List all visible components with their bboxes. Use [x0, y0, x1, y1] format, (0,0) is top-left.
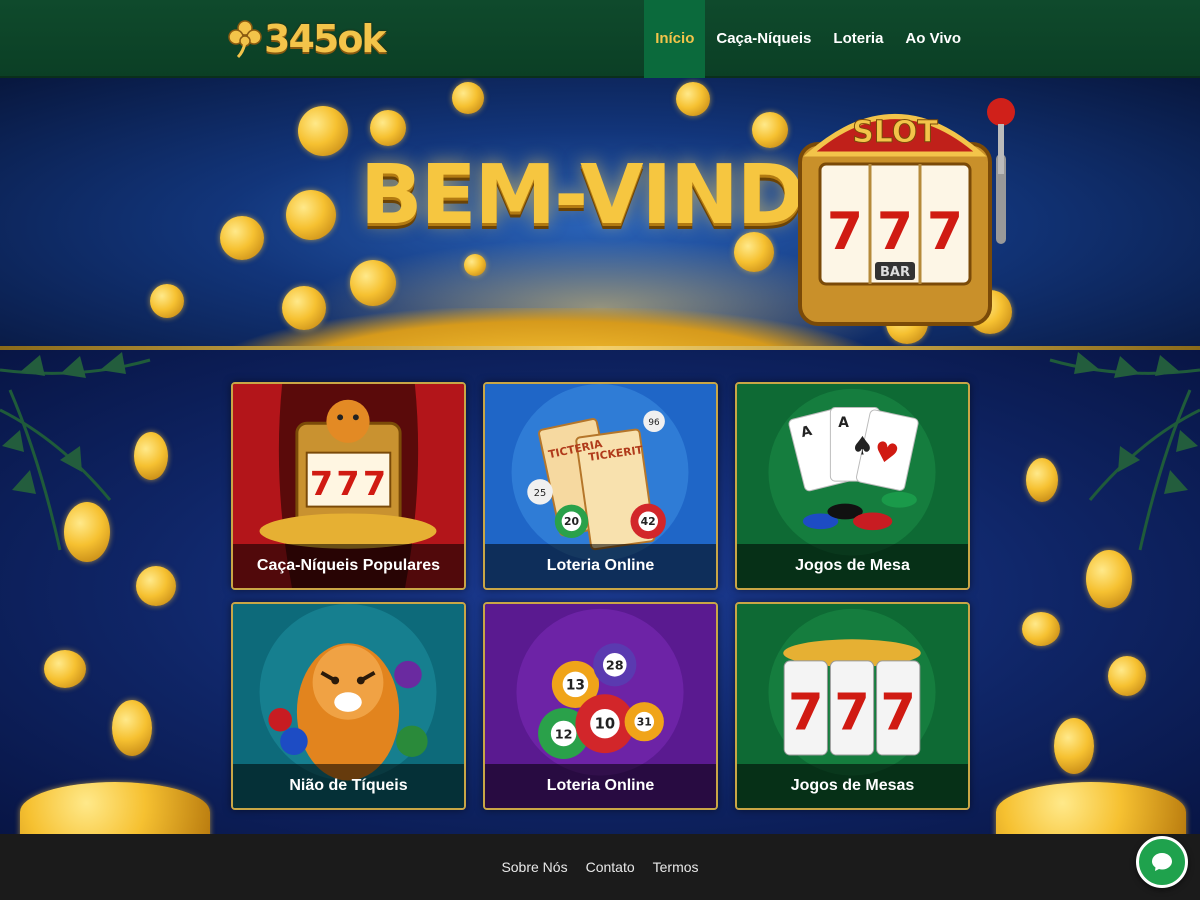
main-nav: Início Caça-Níqueis Loteria Ao Vivo — [644, 0, 972, 78]
svg-text:A: A — [838, 415, 849, 431]
svg-text:7: 7 — [877, 202, 913, 262]
bingo-ball-2: 28 — [606, 659, 624, 674]
bingo-ball-4: 10 — [595, 716, 616, 733]
coin — [370, 110, 406, 146]
game-card-slots[interactable]: 7 7 7 Caça-Níqueis Populares — [231, 382, 466, 590]
nav-inicio[interactable]: Início — [644, 0, 706, 78]
footer-link-sobre[interactable]: Sobre Nós — [501, 859, 567, 875]
palm-leaf-right — [1049, 352, 1200, 551]
slot-sign: SLOT — [852, 115, 938, 150]
reel-777-1: 7 — [788, 684, 824, 743]
reel-1: 7 — [310, 464, 333, 503]
clover-icon — [228, 20, 262, 59]
card-label: Caça-Níqueis Populares — [233, 544, 464, 588]
hero-banner[interactable]: BEM-VINDO! SLOT 7 7 7 BAR — [0, 78, 1200, 346]
coin — [44, 650, 86, 688]
chat-bubble-icon — [1152, 853, 1172, 871]
game-card-table[interactable]: A A ♠ ♥ Jogos de Mesa — [735, 382, 970, 590]
coin — [112, 700, 152, 756]
nav-caca-niqueis[interactable]: Caça-Níqueis — [705, 0, 822, 78]
card-label: Loteria Online — [485, 764, 716, 808]
coin — [1026, 458, 1058, 502]
coin-pile — [230, 308, 870, 346]
footer-link-termos[interactable]: Termos — [653, 859, 699, 875]
coin-pile-left — [20, 782, 210, 834]
footer: Sobre Nós Contato Termos — [0, 834, 1200, 900]
svg-text:7: 7 — [827, 202, 863, 262]
ball-1: 25 — [534, 488, 546, 499]
footer-links: Sobre Nós Contato Termos — [0, 834, 1200, 900]
coin-pile-right — [996, 782, 1186, 834]
slot-machine-icon: SLOT 7 7 7 BAR — [798, 98, 1015, 326]
game-section: 7 7 7 Caça-Níqueis Populares TICTERIA TI… — [0, 350, 1200, 834]
ball-2: 20 — [564, 515, 579, 528]
coin — [150, 284, 184, 318]
card-label: Nião de Tíqueis — [233, 764, 464, 808]
reel-3: 7 — [363, 464, 386, 503]
coin — [452, 82, 484, 114]
reel-2: 7 — [336, 464, 359, 503]
bingo-ball-3: 12 — [555, 727, 573, 742]
game-card-bingo[interactable]: 13 28 12 10 31 Loteria Online — [483, 602, 718, 810]
ball-4: 96 — [648, 418, 660, 428]
top-header: 345ok Início Caça-Níqueis Loteria Ao Viv… — [0, 0, 1200, 78]
bingo-ball-1: 13 — [566, 677, 585, 693]
game-card-tiger[interactable]: Nião de Tíqueis — [231, 602, 466, 810]
coin — [1086, 550, 1132, 608]
coin — [134, 432, 168, 480]
coin — [286, 190, 336, 240]
coin — [136, 566, 176, 606]
svg-text:♠: ♠ — [851, 432, 874, 462]
ball-3: 42 — [641, 515, 656, 528]
reel-777-2: 7 — [834, 684, 870, 743]
coin — [282, 286, 326, 330]
site-logo[interactable]: 345ok — [228, 14, 387, 64]
logo-text: 345ok — [264, 17, 387, 61]
nav-loteria[interactable]: Loteria — [822, 0, 894, 78]
reel-777-3: 7 — [880, 684, 916, 743]
game-grid: 7 7 7 Caça-Níqueis Populares TICTERIA TI… — [231, 382, 971, 834]
coin — [350, 260, 396, 306]
coin — [1108, 656, 1146, 696]
game-card-lottery[interactable]: TICTERIA TICKERIT 25 20 42 96 Loteria On… — [483, 382, 718, 590]
footer-link-contato[interactable]: Contato — [586, 859, 635, 875]
card-label: Loteria Online — [485, 544, 716, 588]
bingo-ball-5: 31 — [637, 716, 652, 729]
coin — [220, 216, 264, 260]
nav-ao-vivo[interactable]: Ao Vivo — [894, 0, 972, 78]
card-label: Jogos de Mesas — [737, 764, 968, 808]
coin — [1054, 718, 1094, 774]
coin — [64, 502, 110, 562]
card-label: Jogos de Mesa — [737, 544, 968, 588]
game-card-777[interactable]: 7 7 7 Jogos de Mesas — [735, 602, 970, 810]
slot-bar-symbol: BAR — [880, 265, 910, 280]
coin — [1022, 612, 1060, 646]
coin — [676, 82, 710, 116]
coin — [752, 112, 788, 148]
chat-button[interactable] — [1136, 836, 1188, 888]
coin — [298, 106, 348, 156]
svg-text:7: 7 — [927, 202, 963, 262]
coin — [464, 254, 486, 276]
